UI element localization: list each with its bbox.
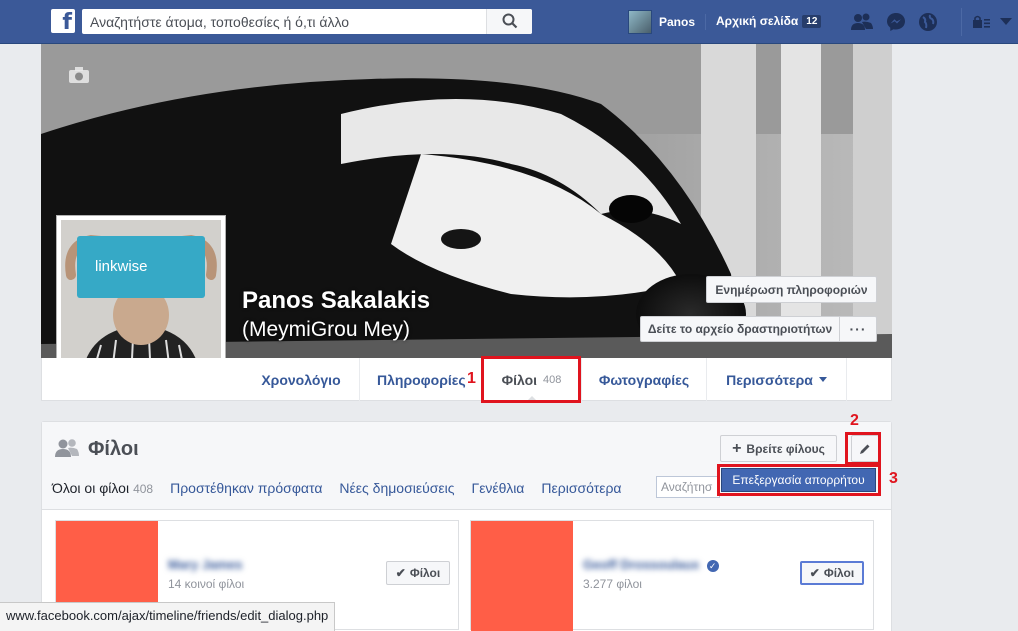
camera-icon[interactable]	[68, 66, 90, 84]
check-icon: ✔	[395, 566, 406, 580]
tab-photos[interactable]: Φωτογραφίες	[582, 358, 707, 401]
friends-section: Φίλοι + Βρείτε φίλους Επεξεργασία απορρή…	[41, 421, 892, 631]
friend-status-button[interactable]: ✔ Φίλοι	[800, 561, 864, 585]
friend-status-button[interactable]: ✔ Φίλοι	[386, 561, 450, 585]
search-icon	[502, 13, 518, 29]
search-input[interactable]	[82, 9, 482, 34]
check-icon: ✔	[809, 566, 820, 580]
friend-status-label: Φίλοι	[823, 566, 855, 580]
nav-home-link[interactable]: Αρχική σελίδα 12	[716, 14, 822, 28]
search-button[interactable]	[486, 9, 532, 34]
nav-divider	[961, 8, 962, 36]
friends-subtabs: Όλοι οι φίλοι 408 Προστέθηκαν πρόσφατα Νέ…	[52, 480, 639, 496]
nav-divider	[705, 14, 706, 30]
search-box	[82, 9, 532, 34]
subtab-recently-added[interactable]: Προστέθηκαν πρόσφατα	[170, 480, 322, 496]
friend-mutual-count[interactable]: 14 κοινοί φίλοι	[168, 577, 244, 591]
friend-requests-icon[interactable]	[850, 12, 874, 32]
friend-status-label: Φίλοι	[409, 566, 441, 580]
friend-name-row: Geoff Drossoulaux ✓	[583, 557, 719, 572]
tab-label: Φωτογραφίες	[598, 371, 690, 388]
annotation-number: 2	[850, 412, 859, 429]
profile-picture-text: linkwise	[95, 258, 148, 275]
profile-picture-image: linkwise	[61, 220, 221, 380]
subtab-label: Όλοι οι φίλοι	[52, 480, 130, 496]
nav-home-label: Αρχική σελίδα	[716, 14, 799, 28]
activity-log-button[interactable]: Δείτε το αρχείο δραστηριοτήτων	[640, 316, 840, 342]
annotation-box-edit-privacy	[717, 464, 881, 496]
tab-timeline[interactable]: Χρονολόγιο	[243, 358, 360, 401]
annotation-box-friends-tab	[481, 356, 581, 403]
section-title: Φίλοι	[88, 438, 139, 460]
account-menu-chevron-down-icon[interactable]	[1000, 18, 1012, 26]
avatar	[628, 10, 652, 34]
friend-card: Geoff Drossoulaux ✓ 3.277 φίλοι ✔ Φίλοι	[470, 520, 874, 631]
plus-icon: +	[732, 439, 742, 457]
find-friends-button[interactable]: + Βρείτε φίλους	[720, 435, 837, 462]
privacy-shortcuts-icon[interactable]	[972, 15, 992, 29]
annotation-number: 3	[889, 470, 898, 487]
profile-name[interactable]: Panos Sakalakis	[242, 287, 430, 315]
subtab-birthdays[interactable]: Γενέθλια	[471, 480, 524, 496]
verified-badge-icon: ✓	[706, 559, 719, 572]
home-count-badge: 12	[802, 14, 822, 28]
facebook-logo-icon[interactable]: f	[51, 9, 75, 33]
profile-photo-illustration	[61, 220, 221, 380]
all-friends-count: 408	[133, 482, 154, 496]
annotation-box-edit-button	[845, 432, 881, 465]
tab-more[interactable]: Περισσότερα	[707, 358, 847, 401]
annotation-number: 1	[467, 370, 476, 387]
friend-name[interactable]: Geoff Drossoulaux	[583, 557, 699, 572]
find-friends-label: Βρείτε φίλους	[746, 441, 825, 456]
tab-label: Πληροφορίες	[377, 371, 466, 388]
tab-about[interactable]: Πληροφορίες	[360, 358, 482, 401]
notifications-globe-icon[interactable]	[918, 12, 938, 32]
browser-status-url: www.facebook.com/ajax/timeline/friends/e…	[0, 602, 336, 631]
friend-count[interactable]: 3.277 φίλοι	[583, 577, 642, 591]
nav-profile-link[interactable]: Panos	[628, 9, 695, 35]
top-navigation-bar: f Panos Αρχική σελίδα 12	[0, 0, 1018, 44]
subtab-new-posts[interactable]: Νέες δημοσιεύσεις	[339, 480, 454, 496]
chevron-down-icon	[818, 377, 827, 382]
friend-name[interactable]: Mary James	[168, 557, 242, 572]
friends-search-input[interactable]: Αναζήτησ	[656, 476, 720, 498]
friend-photo[interactable]	[471, 521, 573, 631]
nav-user-name: Panos	[659, 15, 696, 29]
tab-label: Περισσότερα	[726, 371, 813, 388]
tab-label: Χρονολόγιο	[261, 371, 341, 388]
messenger-icon[interactable]	[886, 12, 906, 32]
friends-icon	[55, 439, 79, 457]
subtab-more[interactable]: Περισσότερα	[541, 480, 621, 496]
profile-alternate-name: (MeymiGrou Mey)	[242, 318, 411, 341]
more-options-button[interactable]: ···	[840, 316, 877, 342]
update-info-button[interactable]: Ενημέρωση πληροφοριών	[706, 276, 877, 303]
subtab-all-friends[interactable]: Όλοι οι φίλοι 408	[52, 480, 153, 496]
